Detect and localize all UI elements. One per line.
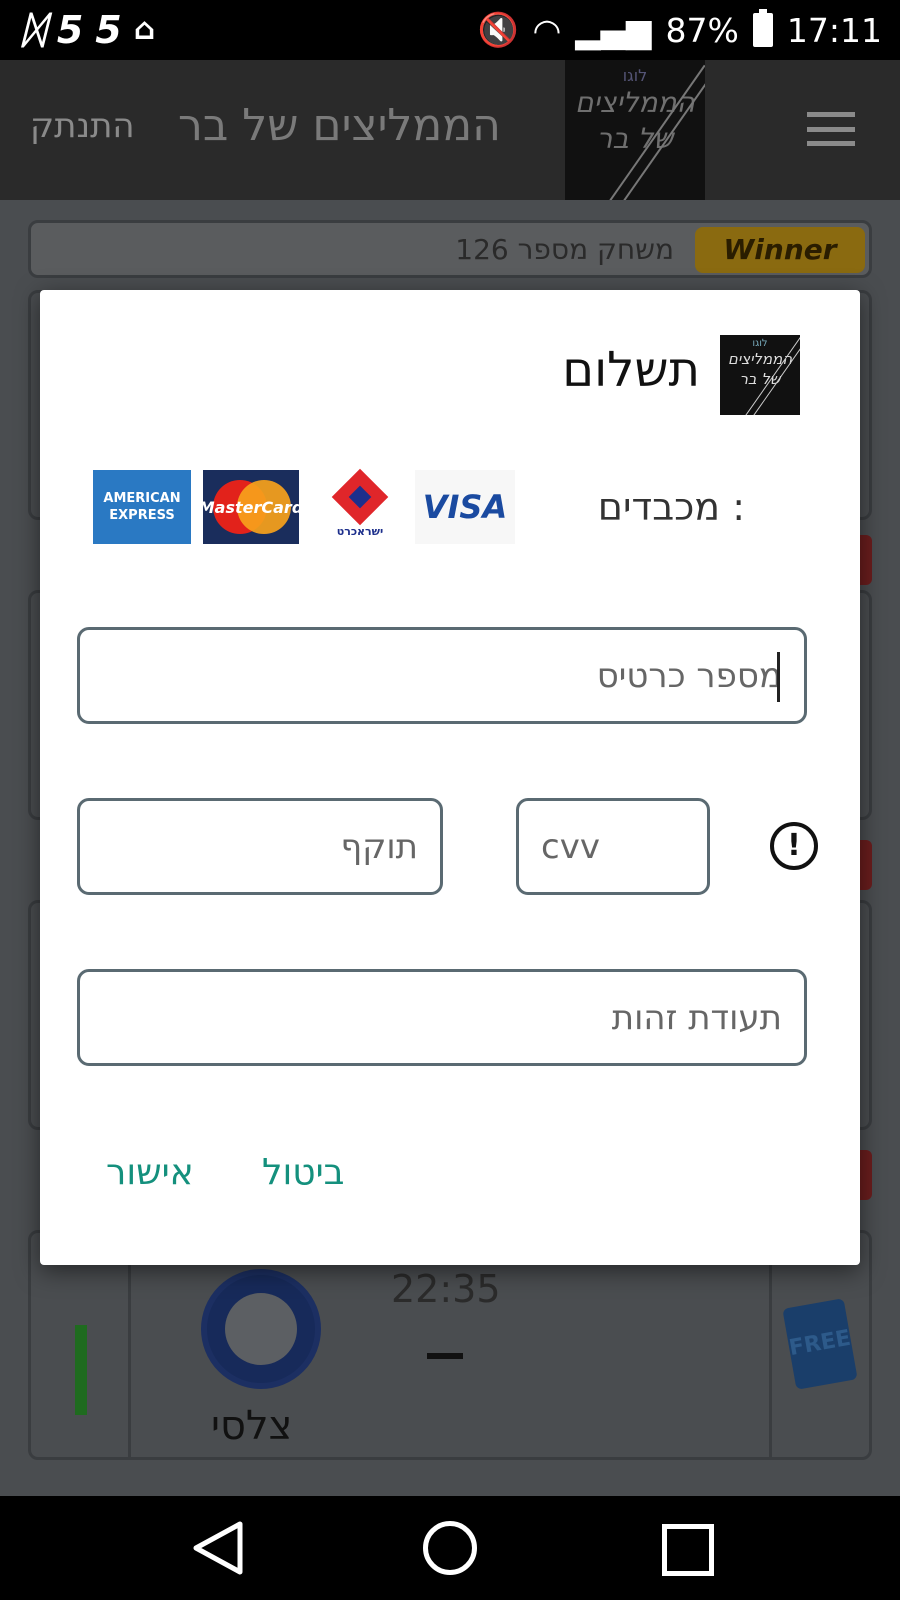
mute-icon: 🔇 [477,10,519,49]
channel5-icon: 5 [95,8,122,52]
isracard-mark-icon [331,468,389,525]
score-dash [427,1353,463,1359]
signal-icon: ▂▄▆ [575,10,652,50]
app-logo-small-text: לוגו [622,66,648,85]
visa-logo: VISA [415,470,515,544]
battery-percent: 87% [665,10,739,50]
text-cursor [777,652,780,702]
club-name: צלסי [211,1403,293,1449]
app-bar: התנתק הממליצים של בר לוגו הממליצים של בר [0,60,900,200]
channel5-icon: 5 [56,8,84,52]
odds-bar [75,1325,87,1415]
dialog-logo-small-text: לוגו [752,338,768,349]
mastercard-text: MasterCard [203,497,299,517]
game-number-label: משחק מספר 126 [455,233,674,266]
card-number-input[interactable] [80,630,804,721]
free-tag-icon: FREE [782,1298,858,1390]
game-number-bar: משחק מספר 126 Winner [28,220,872,278]
id-number-field[interactable] [77,969,807,1066]
status-bar: ᛞ 5 5 ⌂ 🔇 ◠ ▂▄▆ 87% 17:11 [0,0,900,60]
clock: 17:11 [786,10,882,50]
navigation-bar [0,1496,900,1600]
cvv-field[interactable] [516,798,710,895]
cancel-button[interactable]: ביטול [262,1152,344,1193]
app-title: הממליצים של בר [178,100,501,151]
isracard-logo: ישראכרט [325,468,395,544]
match-time: 22:35 [391,1267,501,1311]
winner-logo: Winner [695,227,865,273]
confirm-button[interactable]: אישור [106,1152,194,1193]
isracard-text: ישראכרט [336,524,384,538]
battery-icon [752,9,773,47]
payment-dialog: לוגו הממליצים של בר תשלום מכבדים : VISA … [40,290,860,1265]
dialog-logo: לוגו הממליצים של בר [720,335,800,415]
runner-icon: ᛞ [22,8,45,52]
app-logo: לוגו הממליצים של בר [565,60,705,200]
home-icon[interactable] [423,1521,477,1575]
cvv-input[interactable] [519,801,707,892]
logout-button[interactable]: התנתק [30,106,135,146]
mastercard-logo: MasterCard [203,470,299,544]
accepted-cards-label: מכבדים : [597,485,745,529]
amex-logo: AMERICAN EXPRESS [93,470,191,544]
wifi-icon: ◠ [532,10,562,50]
match-odds-column [31,1233,131,1457]
notification-icons: ᛞ 5 5 ⌂ [22,8,155,52]
dialog-title: תשלום [562,342,700,398]
id-number-input[interactable] [80,972,804,1063]
chelsea-crest-icon [201,1269,321,1389]
match-tag-column: FREE [769,1233,869,1457]
recent-apps-icon[interactable] [662,1524,714,1576]
cvv-info-icon[interactable]: ! [770,822,818,870]
card-number-field[interactable] [77,627,807,724]
menu-icon[interactable] [807,112,855,146]
voicemail-icon: ⌂ [133,12,156,47]
system-status: 🔇 ◠ ▂▄▆ 87% 17:11 [477,8,882,52]
back-icon[interactable] [188,1518,248,1578]
expiry-input[interactable] [80,801,440,892]
expiry-field[interactable] [77,798,443,895]
